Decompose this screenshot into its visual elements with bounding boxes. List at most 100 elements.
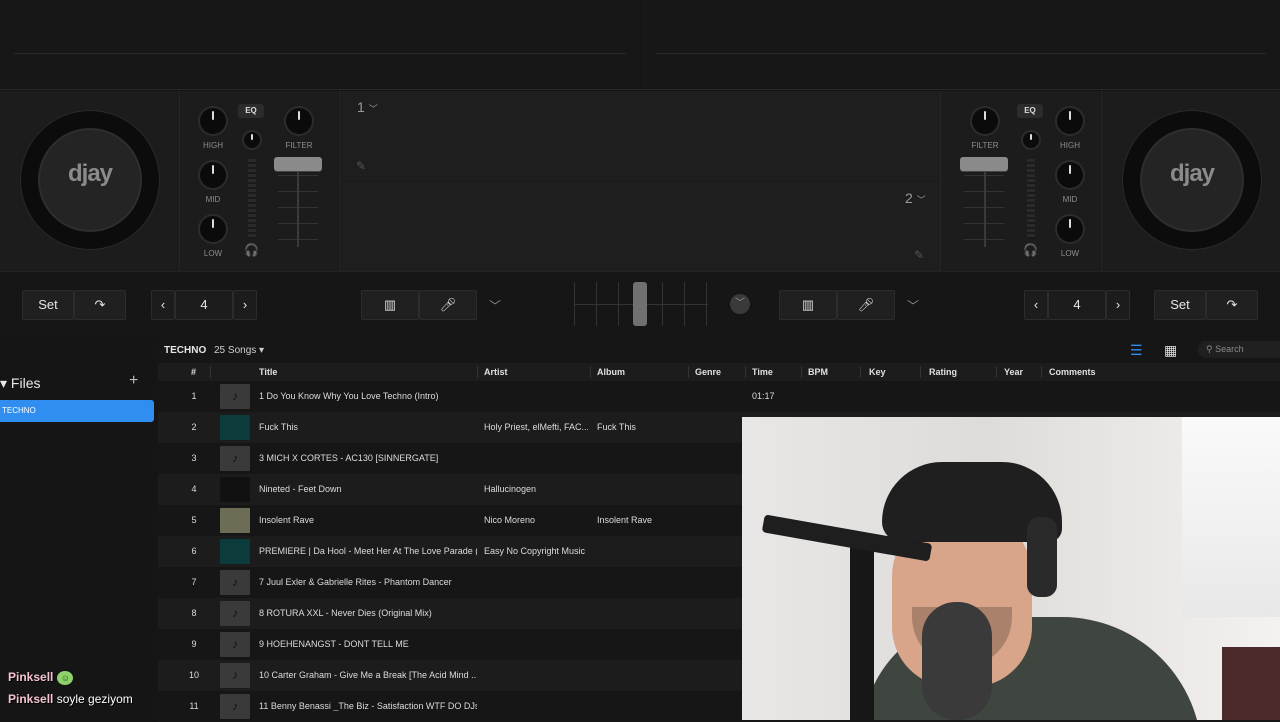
loop-arrow-icon[interactable]: ↷	[1206, 290, 1258, 320]
track-number: 9	[191, 639, 197, 649]
search-input[interactable]: ⚲ Search	[1198, 341, 1280, 358]
col-time[interactable]: Time	[752, 367, 773, 377]
chat-message: Pinksell ☺	[8, 670, 74, 685]
deck-right-turntable[interactable]: djay	[1122, 110, 1262, 250]
track-artist: Easy No Copyright Music	[484, 546, 586, 556]
col-bpm[interactable]: BPM	[808, 367, 828, 377]
headphone-cue-icon[interactable]: 🎧	[244, 243, 259, 257]
deck-left-mixer: HIGH MID LOW EQ 🎧 FILTER	[181, 91, 341, 271]
track-title: 1 Do You Know Why You Love Techno (Intro…	[259, 391, 439, 401]
track-title: Fuck This	[259, 422, 298, 432]
loop-increase-button[interactable]: ›	[233, 290, 257, 320]
loop-arrow-icon[interactable]: ↷	[74, 290, 126, 320]
loop-decrease-button[interactable]: ‹	[151, 290, 175, 320]
chevron-down-icon[interactable]: ﹀	[730, 294, 750, 314]
music-note-icon: ♪	[220, 446, 250, 471]
track-title: 8 ROTURA XXL - Never Dies (Original Mix)	[259, 608, 432, 618]
col-key[interactable]: Key	[869, 367, 886, 377]
emote-icon: ☺	[57, 670, 74, 685]
deck-slot-2[interactable]: 2 ﹀ ✎	[342, 182, 940, 272]
transport-bar: Set ↷ ‹ 4 › ▥ 🎤︎ ﹀ ﹀ ▥ 🎤︎ ﹀ ‹ 4 › Set ↷	[0, 271, 1280, 335]
pads-icon[interactable]: ▥	[361, 290, 419, 320]
track-title: 7 Juul Exler & Gabrielle Rites - Phantom…	[259, 577, 452, 587]
waveform-left[interactable]	[0, 0, 640, 88]
chat-message: Pinksell soyle geziyom	[8, 692, 133, 706]
headphone-cue-icon[interactable]: 🎧	[1023, 243, 1038, 257]
microphone-icon[interactable]: 🎤︎	[419, 290, 477, 320]
waveform-right[interactable]	[642, 0, 1280, 88]
pencil-icon[interactable]: ✎	[356, 159, 366, 173]
col-number[interactable]: #	[191, 367, 196, 377]
label-low: LOW	[1060, 249, 1080, 258]
track-number: 10	[188, 670, 199, 680]
song-count-dropdown[interactable]: 25 Songs ▾	[214, 345, 264, 356]
album-art	[220, 415, 250, 440]
loop-length-left[interactable]: 4	[175, 290, 233, 320]
loop-increase-button[interactable]: ›	[1106, 290, 1130, 320]
chevron-down-icon[interactable]: ﹀	[917, 195, 926, 205]
pads-icon[interactable]: ▥	[779, 290, 837, 320]
chat-username: Pinksell	[8, 670, 54, 684]
track-number: 3	[191, 453, 197, 463]
knob-low-left[interactable]	[200, 216, 226, 242]
eq-dropdown-right[interactable]: EQ	[1017, 104, 1043, 118]
track-title: 11 Benny Benassi _The Biz - Satisfaction…	[259, 701, 477, 711]
col-album[interactable]: Album	[597, 367, 625, 377]
label-high: HIGH	[203, 141, 223, 150]
list-view-icon[interactable]: ☰	[1130, 342, 1143, 359]
deck-number-2: 2	[905, 190, 913, 206]
chevron-down-icon[interactable]: ﹀	[907, 297, 919, 314]
track-album: Insolent Rave	[597, 515, 653, 525]
chevron-down-icon[interactable]: ﹀	[489, 297, 501, 314]
knob-high-left[interactable]	[200, 108, 226, 134]
chat-username: Pinksell	[8, 692, 54, 706]
add-playlist-icon[interactable]: +	[129, 372, 138, 390]
col-rating[interactable]: Rating	[929, 367, 957, 377]
knob-filter-right[interactable]	[972, 108, 998, 134]
music-note-icon: ♪	[220, 570, 250, 595]
track-number: 4	[191, 484, 197, 494]
track-album: Fuck This	[597, 422, 636, 432]
music-note-icon: ♪	[220, 663, 250, 688]
webcam-overlay	[742, 417, 1280, 720]
col-artist[interactable]: Artist	[484, 367, 508, 377]
crossfader[interactable]	[633, 282, 647, 326]
track-title: 3 MICH X CORTES - AC130 [SINNERGATE]	[259, 453, 439, 463]
deck-right-platter-panel: djay	[1101, 91, 1280, 271]
track-number: 1	[191, 391, 197, 401]
col-title[interactable]: Title	[259, 367, 277, 377]
knob-low-right[interactable]	[1057, 216, 1083, 242]
knob-mid-right[interactable]	[1057, 162, 1083, 188]
knob-gain-right[interactable]	[1023, 132, 1039, 148]
playlist-name: TECHNO	[164, 345, 207, 356]
table-row[interactable]: 1 ♪ 1 Do You Know Why You Love Techno (Int…	[158, 381, 1280, 412]
col-genre[interactable]: Genre	[695, 367, 721, 377]
knob-high-right[interactable]	[1057, 108, 1083, 134]
deck-left-turntable[interactable]: djay	[20, 110, 160, 250]
col-comments[interactable]: Comments	[1049, 367, 1096, 377]
deck-slots: 1 ﹀ ✎ 2 ﹀ ✎	[342, 91, 940, 272]
deck-slot-1[interactable]: 1 ﹀ ✎	[342, 91, 940, 181]
knob-mid-left[interactable]	[200, 162, 226, 188]
chevron-down-icon[interactable]: ﹀	[369, 104, 378, 114]
col-year[interactable]: Year	[1004, 367, 1023, 377]
loop-decrease-button[interactable]: ‹	[1024, 290, 1048, 320]
pencil-icon[interactable]: ✎	[914, 248, 924, 262]
volume-fader-right[interactable]	[960, 157, 1008, 171]
knob-gain-left[interactable]	[244, 132, 260, 148]
sidebar-item-techno[interactable]: TECHNO	[0, 400, 154, 422]
set-button-left[interactable]: Set	[22, 290, 74, 320]
loop-length-right[interactable]: 4	[1048, 290, 1106, 320]
track-artist: Holy Priest, elMefti, FAC...	[484, 422, 588, 432]
djay-logo: djay	[67, 160, 113, 187]
knob-filter-left[interactable]	[286, 108, 312, 134]
set-button-right[interactable]: Set	[1154, 290, 1206, 320]
eq-dropdown-left[interactable]: EQ	[238, 104, 264, 118]
djay-logo: djay	[1169, 160, 1215, 187]
label-filter: FILTER	[971, 141, 999, 150]
grid-view-icon[interactable]: ▦	[1164, 342, 1177, 359]
microphone-icon[interactable]: 🎤︎	[837, 290, 895, 320]
volume-fader-left[interactable]	[274, 157, 322, 171]
waveform-overview	[0, 0, 1280, 90]
track-title: Nineted - Feet Down	[259, 484, 342, 494]
